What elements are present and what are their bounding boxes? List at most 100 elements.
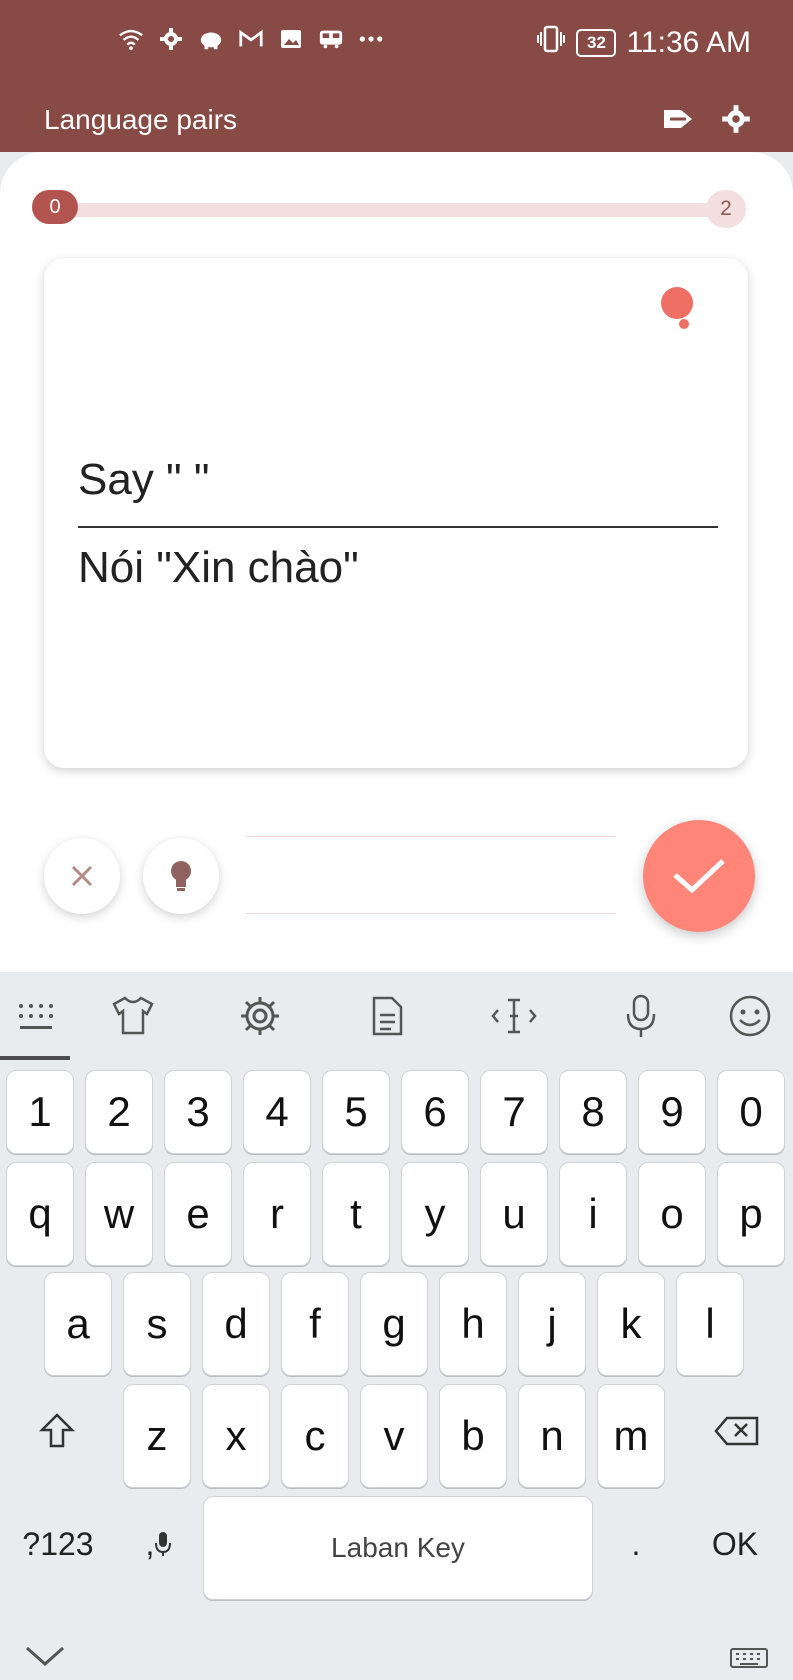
progress-bar: 0 2 — [32, 190, 746, 228]
settings-button[interactable] — [719, 102, 753, 136]
ok-key[interactable]: OK — [690, 1496, 780, 1592]
key-7[interactable]: 7 — [480, 1070, 548, 1154]
period-key[interactable]: . — [606, 1496, 666, 1592]
app-bar: Language pairs — [0, 90, 793, 152]
key-5[interactable]: 5 — [322, 1070, 390, 1154]
clock: 11:36 AM — [626, 26, 751, 59]
decorative-bubble-small — [679, 319, 689, 329]
more-icon — [358, 26, 384, 52]
key-4[interactable]: 4 — [243, 1070, 311, 1154]
checkmark-icon — [673, 859, 725, 894]
key-h[interactable]: h — [439, 1272, 507, 1376]
chevron-down-icon[interactable] — [24, 1644, 66, 1668]
prompt-text: Say " " — [78, 455, 210, 504]
settings-icon — [241, 997, 279, 1035]
key-n[interactable]: n — [518, 1384, 586, 1488]
key-e[interactable]: e — [164, 1162, 232, 1266]
key-z[interactable]: z — [123, 1384, 191, 1488]
keyboard-switch-icon[interactable] — [729, 1646, 769, 1670]
key-9[interactable]: 9 — [638, 1070, 706, 1154]
keyboard-toolbar — [0, 972, 793, 1060]
cursor-icon — [491, 998, 537, 1034]
battery-icon: 32 — [576, 29, 617, 57]
key-o[interactable]: o — [638, 1162, 706, 1266]
key-m[interactable]: m — [597, 1384, 665, 1488]
key-y[interactable]: y — [401, 1162, 469, 1266]
key-a[interactable]: a — [44, 1272, 112, 1376]
key-t[interactable]: t — [322, 1162, 390, 1266]
progress-track — [56, 203, 726, 217]
key-8[interactable]: 8 — [559, 1070, 627, 1154]
microphone-icon — [626, 994, 656, 1037]
key-w[interactable]: w — [85, 1162, 153, 1266]
status-icons — [118, 26, 384, 52]
status-bar: 32 11:36 AM — [0, 0, 793, 90]
cursor-tool[interactable] — [490, 992, 538, 1040]
key-r[interactable]: r — [243, 1162, 311, 1266]
key-6[interactable]: 6 — [401, 1070, 469, 1154]
key-f[interactable]: f — [281, 1272, 349, 1376]
comma-label: , — [145, 1525, 155, 1562]
key-x[interactable]: x — [202, 1384, 270, 1488]
submit-button[interactable] — [643, 820, 755, 932]
gmail-icon — [238, 26, 264, 52]
document-icon — [372, 996, 403, 1036]
answer-input[interactable] — [246, 840, 620, 912]
decorative-bubble-medium — [664, 298, 680, 314]
keyboard-settings-tool[interactable] — [236, 992, 284, 1040]
bus-icon — [318, 26, 344, 52]
key-3[interactable]: 3 — [164, 1070, 232, 1154]
key-q[interactable]: q — [6, 1162, 74, 1266]
theme-tool[interactable] — [109, 992, 157, 1040]
gallery-icon — [278, 26, 304, 52]
keyboard-footer — [0, 1620, 793, 1680]
key-l[interactable]: l — [676, 1272, 744, 1376]
answer-area — [246, 836, 620, 914]
key-k[interactable]: k — [597, 1272, 665, 1376]
progress-current: 0 — [32, 190, 78, 224]
emoji-tool[interactable] — [726, 992, 774, 1040]
key-s[interactable]: s — [123, 1272, 191, 1376]
symbols-key[interactable]: ?123 — [12, 1496, 104, 1592]
keyboard-icon — [19, 1004, 53, 1029]
microphone-icon — [155, 1532, 172, 1556]
voice-tool[interactable] — [617, 992, 665, 1040]
shift-key[interactable] — [30, 1384, 84, 1478]
clear-button[interactable] — [44, 838, 120, 914]
page-title: Language pairs — [44, 104, 238, 135]
space-key[interactable]: Laban Key — [203, 1496, 593, 1600]
shift-icon — [39, 1413, 75, 1448]
close-icon — [71, 865, 93, 887]
keyboard-tool[interactable] — [12, 992, 60, 1040]
key-i[interactable]: i — [559, 1162, 627, 1266]
translation-text: Nói "Xin chào" — [78, 543, 359, 592]
key-0[interactable]: 0 — [717, 1070, 785, 1154]
active-tool-indicator — [0, 1056, 70, 1060]
comma-key[interactable]: , — [128, 1496, 190, 1592]
key-u[interactable]: u — [480, 1162, 548, 1266]
hint-button[interactable] — [143, 838, 219, 914]
backspace-key[interactable] — [702, 1384, 772, 1478]
vibrate-icon — [536, 24, 566, 62]
key-b[interactable]: b — [439, 1384, 507, 1488]
settings-icon — [722, 105, 750, 133]
wifi-icon — [118, 26, 144, 52]
key-d[interactable]: d — [202, 1272, 270, 1376]
exit-icon — [664, 110, 692, 128]
key-j[interactable]: j — [518, 1272, 586, 1376]
key-1[interactable]: 1 — [6, 1070, 74, 1154]
answer-line-top — [246, 836, 616, 837]
key-2[interactable]: 2 — [85, 1070, 153, 1154]
key-v[interactable]: v — [360, 1384, 428, 1488]
key-g[interactable]: g — [360, 1272, 428, 1376]
app-bar-actions — [661, 102, 753, 136]
exit-button[interactable] — [661, 102, 695, 136]
keyboard: 1 2 3 4 5 6 7 8 9 0 q w e r t y u i o p … — [0, 972, 793, 1680]
backspace-icon — [714, 1416, 759, 1446]
clipboard-tool[interactable] — [363, 992, 411, 1040]
shirt-icon — [112, 996, 154, 1035]
settings-icon — [158, 26, 184, 52]
card-divider — [78, 526, 718, 528]
key-p[interactable]: p — [717, 1162, 785, 1266]
key-c[interactable]: c — [281, 1384, 349, 1488]
